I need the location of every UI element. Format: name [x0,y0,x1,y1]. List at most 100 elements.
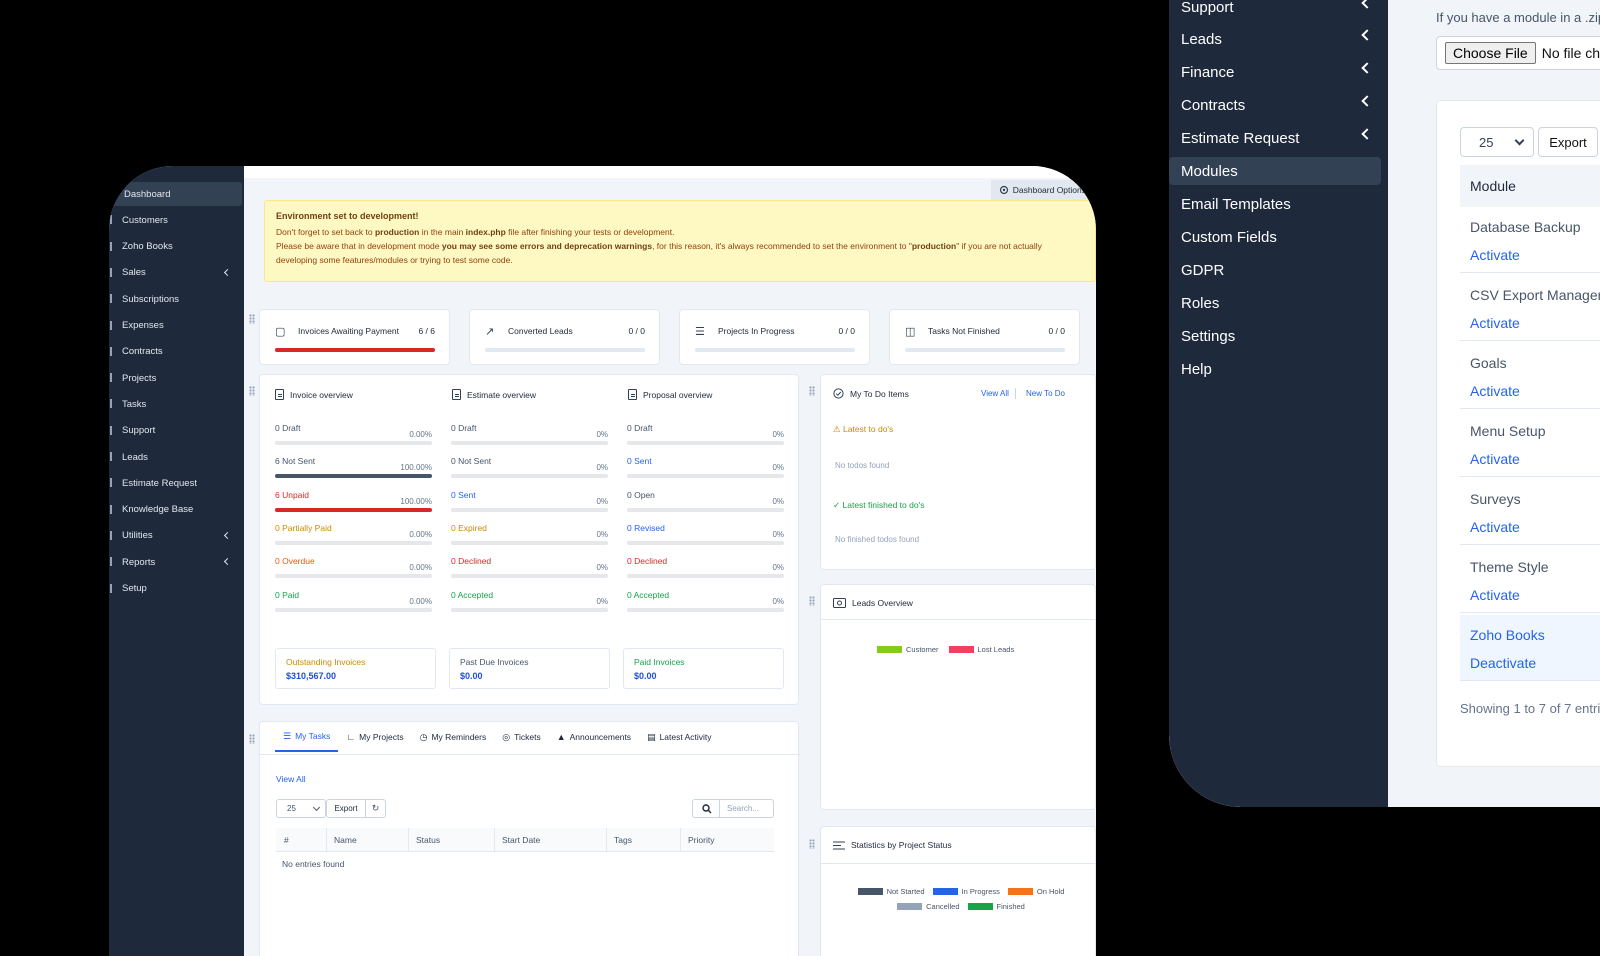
sidebar-item[interactable]: Dashboard [111,182,242,206]
settings-menu-item[interactable]: Leads [1181,25,1381,53]
sidebar-item[interactable]: Contracts [109,340,240,364]
column-header[interactable]: Status [416,835,440,845]
overview-row[interactable]: 0 Sent 0% [627,456,784,486]
sidebar-item[interactable]: Knowledge Base [109,498,240,522]
new-todo-link[interactable]: New To Do [1026,389,1065,398]
legend-item[interactable]: Cancelled [897,902,960,911]
drag-handle-icon[interactable] [809,839,815,849]
sidebar-item[interactable]: Reports [109,550,240,574]
dashboard-options-button[interactable]: Dashboard Options [990,180,1096,200]
legend-item[interactable]: In Progress [932,887,1000,896]
settings-menu-item[interactable]: Contracts [1181,91,1381,119]
settings-menu-item[interactable]: GDPR [1181,256,1381,284]
stat-card[interactable]: ◫ Tasks Not Finished 0 / 0 [889,309,1080,365]
column-header[interactable]: Priority [688,835,714,845]
legend-item[interactable]: Finished [967,902,1025,911]
overview-row[interactable]: 0 Revised 0% [627,523,784,553]
sidebar-item[interactable]: Subscriptions [109,287,240,311]
settings-menu-item[interactable]: Modules [1169,157,1381,185]
module-action-link[interactable]: Activate [1470,315,1520,331]
settings-menu-item[interactable]: Roles [1181,289,1381,317]
module-name: Theme Style [1470,559,1549,575]
module-action-link[interactable]: Activate [1470,451,1520,467]
overview-row[interactable]: 6 Unpaid 100.00% [275,490,432,520]
alert-text: file after finishing your tests or devel… [505,227,675,238]
tab-my-projects[interactable]: ∟ My Projects [338,722,411,752]
drag-handle-icon[interactable] [249,314,255,324]
module-action-link[interactable]: Activate [1470,247,1520,263]
module-action-link[interactable]: Activate [1470,519,1520,535]
sidebar-item[interactable]: Leads [109,445,240,469]
column-header-module[interactable]: Module [1460,165,1600,207]
tab-latest-activity[interactable]: ▤ Latest Activity [639,722,719,752]
settings-menu-item[interactable]: Email Templates [1181,190,1381,218]
sidebar-item[interactable]: Estimate Request [109,471,240,495]
refresh-icon[interactable]: ↻ [365,799,386,818]
overview-row[interactable]: 0 Expired 0% [451,523,608,553]
sidebar-item-label: Support [122,425,156,437]
overview-row[interactable]: 0 Accepted 0% [627,590,784,620]
overview-row[interactable]: 0 Draft 0% [627,423,784,453]
export-button[interactable]: Export [1538,127,1598,157]
legend-item[interactable]: Lost Leads [948,645,1014,654]
sidebar-item[interactable]: Tasks [109,392,240,416]
overview-row[interactable]: 0 Open 0% [627,490,784,520]
module-action-link[interactable]: Activate [1470,383,1520,399]
overview-row[interactable]: 0 Paid 0.00% [275,590,432,620]
sidebar-item[interactable]: Projects [109,366,240,390]
sidebar-item[interactable]: Expenses [109,314,240,338]
sidebar-item[interactable]: Zoho Books [109,235,240,259]
overview-row[interactable]: 0 Sent 0% [451,490,608,520]
drag-handle-icon[interactable] [249,734,255,744]
drag-handle-icon[interactable] [809,596,815,606]
module-action-link[interactable]: Deactivate [1470,655,1536,671]
settings-menu-item[interactable]: Custom Fields [1181,223,1381,251]
legend-item[interactable]: Not Started [857,887,925,896]
legend-item[interactable]: Customer [877,645,939,654]
stat-card[interactable]: ▢ Invoices Awaiting Payment 6 / 6 [259,309,450,365]
module-file-input[interactable]: Choose File No file chos [1436,36,1600,70]
choose-file-button[interactable]: Choose File [1445,42,1536,64]
tasks-page-size-select[interactable]: 25 [276,799,326,818]
overview-row[interactable]: 0 Declined 0% [627,556,784,586]
tasks-view-all-link[interactable]: View All [276,774,306,784]
stat-card[interactable]: ☰ Projects In Progress 0 / 0 [679,309,870,365]
sidebar-item[interactable]: Sales [109,261,240,285]
drag-handle-icon[interactable] [809,386,815,396]
overview-row[interactable]: 0 Partially Paid 0.00% [275,523,432,553]
column-header[interactable]: Start Date [502,835,540,845]
overview-row[interactable]: 0 Declined 0% [451,556,608,586]
settings-menu-item[interactable]: Finance [1181,58,1381,86]
column-header[interactable]: Name [334,835,357,845]
sidebar-item[interactable]: Support [109,419,240,443]
tab-my-tasks[interactable]: ☰ My Tasks [275,722,339,752]
tab-announcements[interactable]: ▲ Announcements [549,722,639,752]
tab-my-reminders[interactable]: ◷ My Reminders [412,722,495,752]
column-header[interactable]: Tags [614,835,632,845]
settings-menu-item[interactable]: Support [1181,0,1381,21]
settings-menu-item[interactable]: Settings [1181,322,1381,350]
todo-view-all-link[interactable]: View All [981,389,1009,398]
stat-card[interactable]: ↗ Converted Leads 0 / 0 [469,309,660,365]
tasks-export-button[interactable]: Export [326,799,366,818]
settings-menu-item[interactable]: Estimate Request [1181,124,1381,152]
legend-item[interactable]: On Hold [1007,887,1064,896]
overview-row[interactable]: 6 Not Sent 100.00% [275,456,432,486]
sidebar-item[interactable]: Customers [109,208,240,232]
sidebar-item[interactable]: Utilities [109,524,240,548]
page-size-select[interactable]: 25 [1460,127,1534,157]
search-button[interactable] [692,799,720,818]
sidebar-item[interactable]: Setup [109,577,240,601]
column-header[interactable]: # [284,835,289,845]
tasks-search-input[interactable]: Search... [719,799,774,818]
overview-row[interactable]: 0 Draft 0% [451,423,608,453]
settings-menu-item[interactable]: Help [1181,355,1381,383]
overview-row[interactable]: 0 Overdue 0.00% [275,556,432,586]
drag-handle-icon[interactable] [249,386,255,396]
overview-row[interactable]: 0 Draft 0.00% [275,423,432,453]
overview-row[interactable]: 0 Accepted 0% [451,590,608,620]
module-action-link[interactable]: Activate [1470,587,1520,603]
overview-row[interactable]: 0 Not Sent 0% [451,456,608,486]
module-row: Goals Activate [1460,343,1600,409]
tab-tickets[interactable]: ◎ Tickets [494,722,548,752]
